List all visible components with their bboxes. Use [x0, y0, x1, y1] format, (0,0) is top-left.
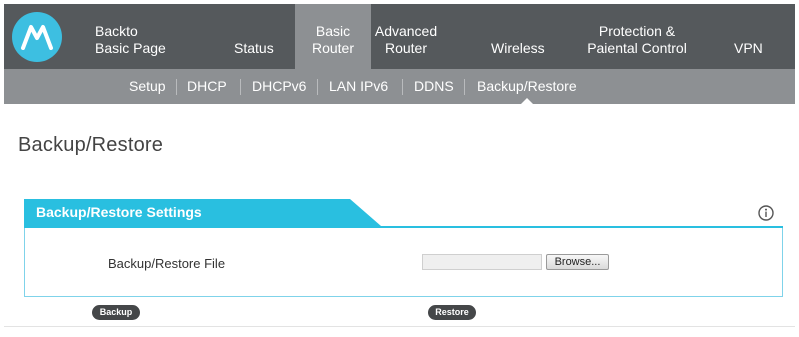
nav-label: Basic: [315, 23, 351, 39]
nav-label: Router: [384, 40, 428, 56]
sub-navigation-bar: Setup DHCP DHCPv6 LAN IPv6 DDNS Backup/R…: [4, 69, 795, 104]
info-circle-icon[interactable]: [758, 205, 774, 221]
nav-advanced-router[interactable]: Advanced Router: [371, 4, 441, 69]
nav-basic-router[interactable]: Basic Router: [295, 4, 371, 69]
nav-label: Router: [311, 40, 355, 56]
subnav-ddns[interactable]: DDNS: [414, 69, 454, 104]
motorola-logo-icon[interactable]: [12, 12, 62, 62]
nav-status[interactable]: Status: [234, 4, 274, 69]
subnav-setup[interactable]: Setup: [129, 69, 166, 104]
backup-restore-file-label: Backup/Restore File: [108, 256, 226, 271]
nav-label: Status: [234, 40, 274, 56]
backup-button[interactable]: Backup: [92, 305, 140, 320]
top-navigation-bar: Backto Basic Page Status Basic Router Ad…: [4, 4, 795, 69]
nav-label: Paiental Control: [587, 40, 687, 56]
nav-label: Wireless: [491, 40, 545, 56]
page-title: Backup/Restore: [18, 134, 164, 156]
nav-label: Basic Page: [95, 40, 166, 56]
nav-back-to-basic[interactable]: Backto Basic Page: [95, 4, 166, 69]
nav-vpn[interactable]: VPN: [734, 4, 763, 69]
nav-label: Backto: [95, 23, 138, 39]
file-path-field[interactable]: [422, 254, 542, 270]
panel-title: Backup/Restore Settings: [24, 199, 381, 226]
subnav-divider: [176, 79, 177, 95]
subnav-lan-ipv6[interactable]: LAN IPv6: [329, 69, 388, 104]
bottom-divider: [4, 326, 795, 327]
nav-label: VPN: [734, 40, 763, 56]
nav-label: Protection &: [598, 23, 676, 39]
nav-wireless[interactable]: Wireless: [491, 4, 545, 69]
nav-label: Advanced: [374, 23, 438, 39]
subnav-divider: [402, 79, 403, 95]
active-subnav-caret: [520, 98, 534, 105]
restore-button[interactable]: Restore: [428, 305, 476, 320]
nav-protection-parental-control[interactable]: Protection & Paiental Control: [582, 4, 692, 69]
subnav-divider: [240, 79, 241, 95]
browse-button[interactable]: Browse...: [546, 254, 609, 270]
subnav-divider: [464, 79, 465, 95]
motorola-m-icon: [21, 25, 53, 50]
backup-restore-settings-panel: Backup/Restore Settings: [24, 199, 783, 297]
subnav-dhcpv6[interactable]: DHCPv6: [252, 69, 306, 104]
subnav-dhcp[interactable]: DHCP: [187, 69, 227, 104]
subnav-divider: [317, 79, 318, 95]
